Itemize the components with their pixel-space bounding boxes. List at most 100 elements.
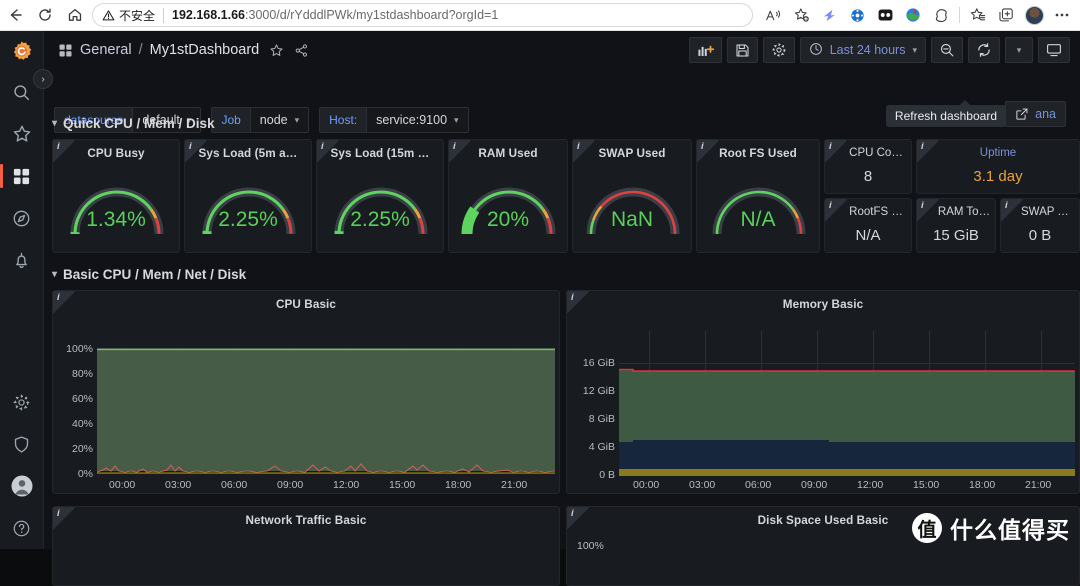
grafana-link-button[interactable]: ana xyxy=(1005,101,1066,127)
extension-black-icon[interactable] xyxy=(871,2,899,28)
panel-root-fs-used[interactable]: i Root FS Used N/A xyxy=(696,139,820,253)
url-path: :3000/d/rYdddlPWk/my1stdashboard?orgId=1 xyxy=(245,8,499,22)
panel-cpu-basic[interactable]: i CPU Basic 100% 80% 60% 40% 20% 0% 00:0… xyxy=(52,290,560,494)
gauge-value: 20% xyxy=(486,208,530,231)
sidebar-item-configuration[interactable] xyxy=(0,381,44,423)
tv-mode-icon xyxy=(1047,44,1061,57)
panel-swap-used[interactable]: i SWAP Used NaN xyxy=(572,139,692,253)
chevron-down-icon: ▾ xyxy=(294,114,300,125)
security-warning[interactable]: 不安全 xyxy=(102,7,155,24)
panel-swap-total[interactable]: i SWAP T… 0 B xyxy=(1000,198,1080,253)
sidebar-item-alerting[interactable] xyxy=(0,239,44,281)
panel-info-icon[interactable]: i xyxy=(573,140,595,162)
row-header-quick[interactable]: ▾ Quick CPU / Mem / Disk xyxy=(52,116,215,131)
gauge-value: 1.34% xyxy=(86,208,146,231)
panel-info-icon[interactable]: i xyxy=(567,507,589,529)
time-range-picker[interactable]: Last 24 hours ▾ xyxy=(799,37,926,63)
refresh-dashboard-button[interactable] xyxy=(968,37,1000,63)
read-aloud-icon[interactable] xyxy=(759,2,787,28)
panel-cpu-busy[interactable]: i CPU Busy 1.34% xyxy=(52,139,180,253)
refresh-interval-dropdown[interactable]: ▾ xyxy=(1005,37,1033,63)
variable-host: Host: service:9100 ▾ xyxy=(319,107,469,133)
add-favorite-icon[interactable] xyxy=(787,2,815,28)
panel-ram-total[interactable]: i RAM To… 15 GiB xyxy=(916,198,996,253)
chevron-down-icon: ▾ xyxy=(52,118,58,129)
row-header-basic[interactable]: ▾ Basic CPU / Mem / Net / Disk xyxy=(52,267,246,282)
panel-rootfs-total[interactable]: i RootFS … N/A xyxy=(824,198,912,253)
expand-menu-icon[interactable]: › xyxy=(33,69,53,89)
panel-info-icon[interactable]: i xyxy=(53,291,75,313)
zoom-out-icon xyxy=(940,43,954,57)
add-panel-button[interactable] xyxy=(688,37,722,63)
clock-icon xyxy=(809,42,823,59)
panel-info-icon[interactable]: i xyxy=(825,140,847,162)
panel-info-icon[interactable]: i xyxy=(53,507,75,529)
variable-value-host[interactable]: service:9100 ▾ xyxy=(366,107,469,133)
gauge-sysload-5m: 2.25% xyxy=(185,164,311,238)
security-label: 不安全 xyxy=(119,8,156,23)
panel-sysload-15m[interactable]: i Sys Load (15m … 2.25% xyxy=(316,139,444,253)
sidebar-item-dashboards[interactable] xyxy=(0,155,44,197)
panel-memory-basic[interactable]: i Memory Basic 16 GiB 12 GiB 8 GiB 4 GiB… xyxy=(566,290,1080,494)
sidebar-item-explore[interactable] xyxy=(0,197,44,239)
extension-globe-icon[interactable] xyxy=(899,2,927,28)
breadcrumb-folder[interactable]: General xyxy=(80,42,132,58)
profile-avatar-icon[interactable] xyxy=(1020,2,1048,28)
panel-title: Uptime xyxy=(979,147,1017,159)
y-tick: 0 B xyxy=(599,469,615,481)
panel-info-icon[interactable]: i xyxy=(317,140,339,162)
dashboard-header: General / My1stDashboard Last 24 hours ▾… xyxy=(44,31,1080,69)
y-tick: 100% xyxy=(577,540,604,552)
url-text: 192.168.1.66:3000/d/rYdddlPWk/my1stdashb… xyxy=(172,8,498,22)
variable-value-job[interactable]: node ▾ xyxy=(249,107,310,133)
extension-white-icon[interactable] xyxy=(927,2,955,28)
sidebar-item-profile[interactable] xyxy=(0,465,44,507)
panel-cpu-cores[interactable]: i CPU Co… 8 xyxy=(824,139,912,194)
x-tick: 12:00 xyxy=(333,479,360,491)
panel-info-icon[interactable]: i xyxy=(185,140,207,162)
panel-sysload-5m[interactable]: i Sys Load (5m a… 2.25% xyxy=(184,139,312,253)
panel-uptime[interactable]: i Uptime 3.1 day xyxy=(916,139,1080,194)
zoom-out-time-button[interactable] xyxy=(931,37,963,63)
dashboards-grid-icon xyxy=(13,168,30,184)
gauge-root-fs-used: N/A xyxy=(697,164,819,238)
address-bar[interactable]: 不安全 192.168.1.66:3000/d/rYdddlPWk/my1std… xyxy=(92,3,753,27)
cpu-plot xyxy=(97,348,555,474)
panel-info-icon[interactable]: i xyxy=(697,140,719,162)
breadcrumb-dashboard-title[interactable]: My1stDashboard xyxy=(150,42,260,58)
panel-ram-used[interactable]: i RAM Used 20% xyxy=(448,139,568,253)
panel-info-icon[interactable]: i xyxy=(917,140,939,162)
x-tick: 06:00 xyxy=(221,479,248,491)
y-tick: 60% xyxy=(71,393,93,405)
star-icon[interactable] xyxy=(269,43,284,58)
sidebar xyxy=(0,31,44,549)
panel-info-icon[interactable]: i xyxy=(917,199,939,221)
grafana-logo-icon[interactable] xyxy=(0,31,44,71)
sidebar-item-server-admin[interactable] xyxy=(0,423,44,465)
panel-info-icon[interactable]: i xyxy=(567,291,589,313)
x-tick: 09:00 xyxy=(801,479,828,491)
stat-value: 15 GiB xyxy=(933,227,979,244)
browser-essentials-icon[interactable] xyxy=(992,2,1020,28)
extension-blue-bird-icon[interactable] xyxy=(815,2,843,28)
panel-info-icon[interactable]: i xyxy=(825,199,847,221)
panel-info-icon[interactable]: i xyxy=(1001,199,1023,221)
home-button[interactable] xyxy=(60,2,90,28)
save-dashboard-button[interactable] xyxy=(726,37,758,63)
sidebar-item-help[interactable] xyxy=(0,507,44,549)
panel-network-traffic-basic[interactable]: i Network Traffic Basic xyxy=(52,506,560,586)
more-settings-icon[interactable] xyxy=(1048,2,1076,28)
share-icon[interactable] xyxy=(294,43,309,58)
tv-mode-button[interactable] xyxy=(1038,37,1070,63)
panel-info-icon[interactable]: i xyxy=(53,140,75,162)
stat-value: N/A xyxy=(855,227,881,244)
watermark-text: 什么值得买 xyxy=(950,517,1070,543)
back-button[interactable] xyxy=(0,2,30,28)
panel-info-icon[interactable]: i xyxy=(449,140,471,162)
collections-icon[interactable] xyxy=(964,2,992,28)
extension-blue-target-icon[interactable] xyxy=(843,2,871,28)
dashboard-settings-button[interactable] xyxy=(762,37,795,63)
sidebar-item-starred[interactable] xyxy=(0,113,44,155)
reload-button[interactable] xyxy=(30,2,60,28)
help-circle-icon xyxy=(13,520,30,536)
